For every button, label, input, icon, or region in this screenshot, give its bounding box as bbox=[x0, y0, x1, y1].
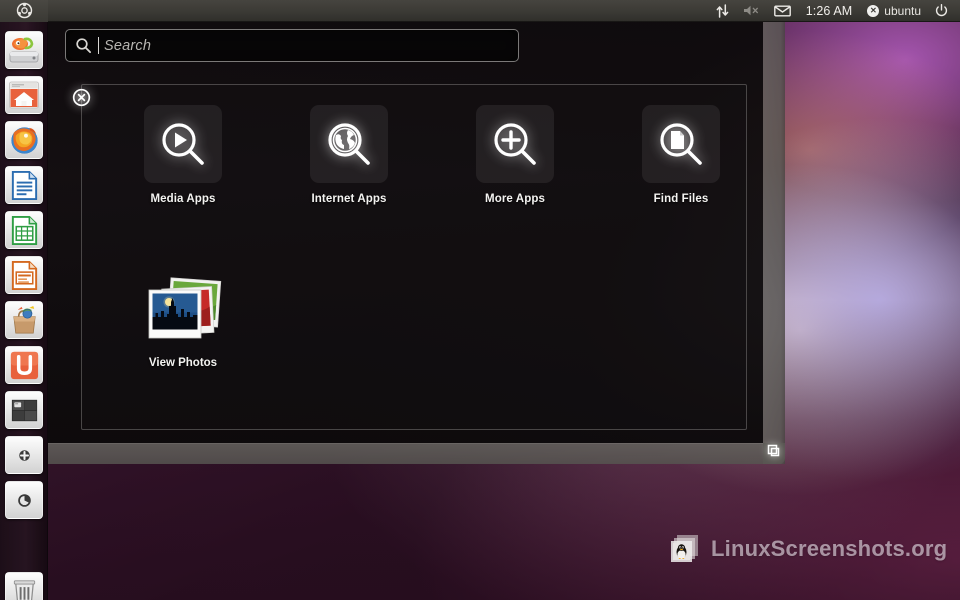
search-caret bbox=[98, 37, 99, 54]
workspace-grid-icon bbox=[5, 391, 43, 429]
tux-photos-icon bbox=[671, 535, 698, 562]
unity-dash[interactable]: Search Media Apps Internet Apps More App… bbox=[48, 0, 785, 464]
top-panel: 1:26 AM ✕ ubuntu bbox=[0, 0, 960, 22]
watermark-text: LinuxScreenshots.org bbox=[711, 536, 948, 561]
dash-body: Search Media Apps Internet Apps More App… bbox=[48, 0, 763, 443]
user-icon: ✕ bbox=[867, 4, 880, 17]
panel-ubuntu-button[interactable] bbox=[0, 0, 48, 22]
search-input[interactable]: Search bbox=[65, 29, 519, 62]
launcher-item-ubuntu-one[interactable] bbox=[0, 343, 48, 387]
envelope-icon bbox=[773, 5, 791, 17]
launcher-item-trash[interactable] bbox=[0, 569, 48, 600]
app-view-photos[interactable]: View Photos bbox=[100, 275, 266, 369]
launcher-item-nautilus[interactable] bbox=[0, 73, 48, 117]
dash-results-panel: Media Apps Internet Apps More Apps Find … bbox=[81, 84, 747, 430]
shortcut-icon-wrapper bbox=[642, 105, 720, 183]
shortcut-label: Find Files bbox=[653, 193, 709, 205]
unity-launcher[interactable] bbox=[0, 22, 48, 600]
shortcut-more-apps[interactable]: More Apps bbox=[432, 105, 598, 205]
shortcut-internet-apps[interactable]: Internet Apps bbox=[266, 105, 432, 205]
session-indicator[interactable]: ✕ ubuntu bbox=[861, 0, 927, 22]
resize-grip[interactable] bbox=[764, 441, 782, 459]
up-down-arrows-icon bbox=[716, 3, 729, 18]
search-magnifier-icon bbox=[74, 36, 93, 55]
media-magnifier-icon bbox=[162, 123, 204, 165]
disc-icon bbox=[5, 481, 43, 519]
document-magnifier-icon bbox=[660, 123, 702, 165]
dash-right-edge bbox=[763, 0, 785, 464]
trash-icon bbox=[5, 572, 43, 600]
speaker-muted-icon bbox=[743, 5, 758, 16]
power-indicator[interactable] bbox=[929, 0, 954, 22]
messaging-indicator[interactable] bbox=[768, 0, 797, 22]
ubuntu-one-icon bbox=[5, 346, 43, 384]
firefox-icon bbox=[5, 121, 43, 159]
launcher-item-add-device[interactable] bbox=[0, 433, 48, 477]
launcher-item-impress[interactable] bbox=[0, 253, 48, 297]
launcher-item-software-center[interactable] bbox=[0, 298, 48, 342]
plus-disc-icon bbox=[5, 436, 43, 474]
search-placeholder: Search bbox=[104, 37, 152, 54]
close-dash-button[interactable] bbox=[72, 88, 91, 107]
watermark: LinuxScreenshots.org bbox=[668, 532, 947, 566]
volume-indicator[interactable] bbox=[737, 0, 766, 22]
shortcut-label: Media Apps bbox=[150, 193, 216, 205]
sync-indicator[interactable] bbox=[710, 0, 735, 22]
app-icon-wrapper bbox=[143, 275, 223, 349]
launcher-item-workspace-switcher[interactable] bbox=[0, 388, 48, 432]
launcher-item-firefox[interactable] bbox=[0, 118, 48, 162]
shopping-bag-icon bbox=[5, 301, 43, 339]
photos-stack-icon bbox=[148, 277, 222, 339]
close-circle-icon bbox=[72, 88, 91, 107]
hard-drive-icon bbox=[5, 31, 43, 69]
launcher-item-files-home[interactable] bbox=[0, 28, 48, 72]
dash-shortcut-row: Media Apps Internet Apps More Apps Find … bbox=[100, 105, 764, 205]
shortcut-icon-wrapper bbox=[476, 105, 554, 183]
globe-magnifier-icon bbox=[328, 123, 370, 165]
home-folder-icon bbox=[5, 76, 43, 114]
document-writer-icon bbox=[5, 166, 43, 204]
launcher-item-writer[interactable] bbox=[0, 163, 48, 207]
shortcut-label: More Apps bbox=[485, 193, 545, 205]
clock-indicator[interactable]: 1:26 AM bbox=[799, 0, 860, 22]
spreadsheet-calc-icon bbox=[5, 211, 43, 249]
launcher-item-calc[interactable] bbox=[0, 208, 48, 252]
ubuntu-logo-icon bbox=[16, 2, 32, 19]
launcher-spacer bbox=[0, 523, 47, 569]
resize-grip-icon bbox=[767, 444, 779, 456]
launcher-item-media-device[interactable] bbox=[0, 478, 48, 522]
session-user-label: ubuntu bbox=[884, 3, 921, 18]
shortcut-media-apps[interactable]: Media Apps bbox=[100, 105, 266, 205]
dash-bottom-edge bbox=[48, 443, 763, 464]
panel-indicator-area: 1:26 AM ✕ ubuntu bbox=[710, 0, 960, 22]
shortcut-find-files[interactable]: Find Files bbox=[598, 105, 764, 205]
presentation-impress-icon bbox=[5, 256, 43, 294]
plus-magnifier-icon bbox=[494, 123, 536, 165]
app-label: View Photos bbox=[148, 357, 218, 369]
dash-apps-row: View Photos bbox=[100, 275, 266, 369]
shortcut-label: Internet Apps bbox=[311, 193, 387, 205]
shortcut-icon-wrapper bbox=[310, 105, 388, 183]
power-icon bbox=[935, 4, 948, 17]
clock-label: 1:26 AM bbox=[805, 3, 853, 18]
shortcut-icon-wrapper bbox=[144, 105, 222, 183]
